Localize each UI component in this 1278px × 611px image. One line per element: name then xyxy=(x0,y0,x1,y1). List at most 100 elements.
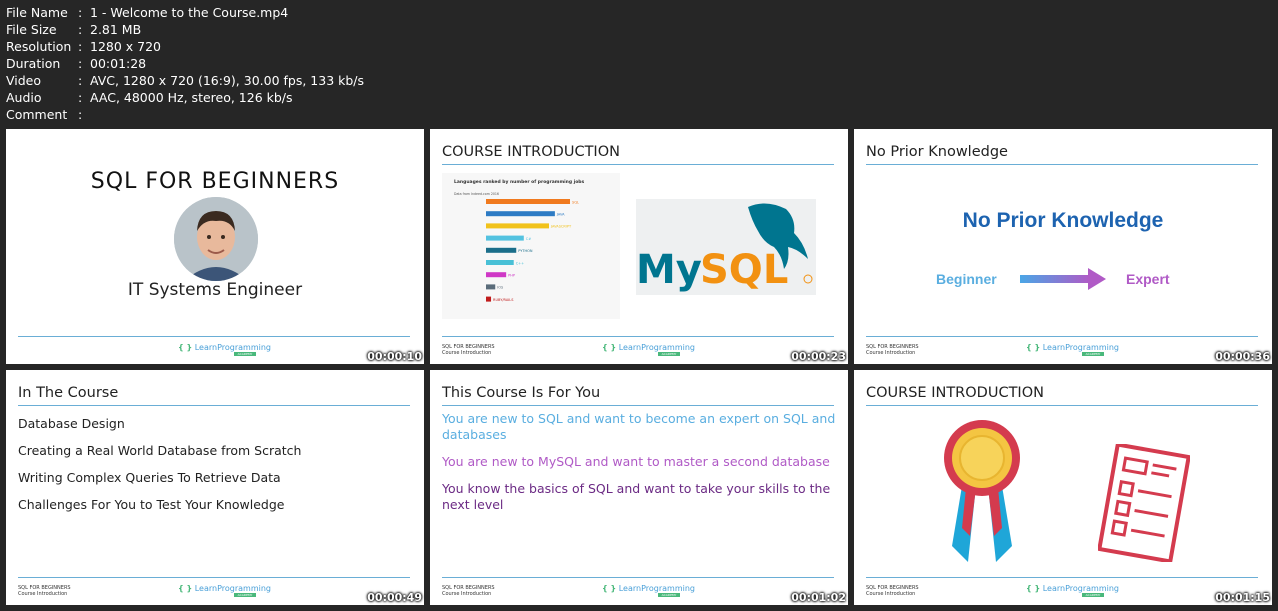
thumbnail-5[interactable]: This Course Is For You You are new to SQ… xyxy=(430,370,848,605)
metadata-row: Comment: xyxy=(6,106,364,123)
chart-bar-label: SQL xyxy=(572,200,579,204)
list-item: You know the basics of SQL and want to t… xyxy=(442,481,831,512)
academy-logo: { } LearnProgramming ACADEMY xyxy=(1026,584,1120,597)
metadata-key: Comment xyxy=(6,107,68,122)
academy-logo: { } LearnProgramming ACADEMY xyxy=(602,343,696,356)
timestamp: 00:00:23 xyxy=(791,350,846,363)
metadata-row: Audio: AAC, 48000 Hz, stereo, 126 kb/s xyxy=(6,89,364,106)
course-topics-list: Database Design Creating a Real World Da… xyxy=(18,416,301,524)
chart-bar-label: IOS xyxy=(497,286,504,290)
list-item: Database Design xyxy=(18,416,125,431)
academy-logo: { } LearnProgramming ACADEMY xyxy=(178,343,272,356)
list-item: Challenges For You to Test Your Knowledg… xyxy=(18,497,285,512)
mysql-logo: My SQL xyxy=(636,199,816,295)
chart-bar-label: PHP xyxy=(508,274,515,278)
slide-title: COURSE INTRODUCTION xyxy=(442,144,620,160)
chart-bar-label: JAVA xyxy=(556,213,565,217)
chart-bar-label: C# xyxy=(526,237,531,241)
footer-divider xyxy=(442,577,834,578)
timestamp: 00:01:15 xyxy=(1215,591,1270,604)
chart-bar xyxy=(486,296,492,302)
metadata-separator: : xyxy=(78,39,83,54)
chart-bar-label: JAVASCRIPT xyxy=(550,225,572,229)
footer-text: SQL FOR BEGINNERS Course Introduction xyxy=(18,585,71,597)
title-divider xyxy=(18,405,410,406)
chart-bar xyxy=(486,272,507,278)
footer-divider xyxy=(866,336,1258,337)
footer-divider xyxy=(866,577,1258,578)
jobs-bar-chart: Languages ranked by number of programmin… xyxy=(442,173,620,319)
metadata-row: Video: AVC, 1280 x 720 (16:9), 30.00 fps,… xyxy=(6,72,364,89)
list-item: Writing Complex Queries To Retrieve Data xyxy=(18,470,281,485)
metadata-value: 1 - Welcome to the Course.mp4 xyxy=(90,5,289,20)
footer-divider xyxy=(18,577,410,578)
slide-title: This Course Is For You xyxy=(442,385,601,401)
thumbnail-2[interactable]: COURSE INTRODUCTION Languages ranked by … xyxy=(430,129,848,364)
slide-subtitle: IT Systems Engineer xyxy=(127,280,303,300)
metadata-key: Video xyxy=(6,73,42,88)
thumbnail-4[interactable]: In The Course Database Design Creating a… xyxy=(6,370,424,605)
avatar xyxy=(174,197,258,281)
list-item: Creating a Real World Database from Scra… xyxy=(18,443,302,458)
timestamp: 00:00:36 xyxy=(1215,350,1270,363)
chart-title: Languages ranked by number of programmin… xyxy=(454,179,585,185)
mysql-text-sql: SQL xyxy=(700,247,788,293)
award-medal-icon xyxy=(944,420,1020,562)
beginner-label: Beginner xyxy=(936,271,997,287)
slide-title: In The Course xyxy=(18,385,119,401)
list-item: You are new to MySQL and want to master … xyxy=(442,454,830,469)
chart-bar-label: PYTHON xyxy=(518,249,533,253)
chart-note: Data from Indeed.com 2016 xyxy=(454,192,499,196)
chart-bar xyxy=(486,235,524,241)
footer-text: SQL FOR BEGINNERS Course Introduction xyxy=(442,344,495,356)
audience-list: You are new to SQL and want to become an… xyxy=(442,411,838,524)
metadata-value: AVC, 1280 x 720 (16:9), 30.00 fps, 133 k… xyxy=(90,73,365,88)
chart-bar xyxy=(486,199,570,204)
metadata-separator: : xyxy=(78,90,83,105)
chart-bar xyxy=(486,211,555,217)
headline: No Prior Knowledge xyxy=(962,209,1164,232)
metadata-value: 1280 x 720 xyxy=(90,39,162,54)
timestamp: 00:00:49 xyxy=(367,591,422,604)
metadata-separator: : xyxy=(78,22,83,37)
title-divider xyxy=(866,405,1258,406)
chart-bar xyxy=(486,284,496,290)
metadata-key: File Size xyxy=(6,22,57,37)
timestamp: 00:01:02 xyxy=(791,591,846,604)
list-item: You are new to SQL and want to become an… xyxy=(442,411,836,442)
metadata-separator: : xyxy=(78,5,83,20)
metadata-separator: : xyxy=(78,107,83,122)
metadata-row: File Name:1 - Welcome to the Course.mp4 xyxy=(6,4,364,21)
slide-title: COURSE INTRODUCTION xyxy=(866,385,1044,401)
footer-divider xyxy=(442,336,834,337)
metadata-row: File Size:2.81 MB xyxy=(6,21,364,38)
slide-title: SQL FOR BEGINNERS xyxy=(90,169,340,194)
chart-bar xyxy=(486,223,549,229)
file-metadata: File Name:1 - Welcome to the Course.mp4 F… xyxy=(6,4,364,123)
academy-logo: { } LearnProgramming ACADEMY xyxy=(602,584,696,597)
academy-logo: { } LearnProgramming ACADEMY xyxy=(1026,343,1120,356)
metadata-separator: : xyxy=(78,56,83,71)
metadata-key: Audio xyxy=(6,90,42,105)
academy-logo: { } LearnProgramming ACADEMY xyxy=(178,584,272,597)
metadata-separator: : xyxy=(78,73,83,88)
arrow-right-icon xyxy=(1020,268,1106,290)
chart-bar xyxy=(486,247,517,253)
slide-title: No Prior Knowledge xyxy=(866,144,1008,160)
title-divider xyxy=(442,405,834,406)
metadata-row: Duration:00:01:28 xyxy=(6,55,364,72)
document-checklist-icon xyxy=(1098,444,1190,562)
metadata-row: Resolution:1280 x 720 xyxy=(6,38,364,55)
thumbnail-1[interactable]: SQL FOR BEGINNERS IT Systems Engineer { … xyxy=(6,129,424,364)
metadata-value: 00:01:28 xyxy=(90,56,147,71)
footer-text: SQL FOR BEGINNERS Course Introduction xyxy=(442,585,495,597)
metadata-value: AAC, 48000 Hz, stereo, 126 kb/s xyxy=(90,90,293,105)
metadata-key: Resolution xyxy=(6,39,72,54)
footer-text: SQL FOR BEGINNERS Course Introduction xyxy=(866,585,919,597)
footer-divider xyxy=(18,336,410,337)
thumbnail-3[interactable]: No Prior Knowledge No Prior Knowledge Be… xyxy=(854,129,1272,364)
metadata-key: File Name xyxy=(6,5,68,20)
title-divider xyxy=(866,164,1258,165)
thumbnail-6[interactable]: COURSE INTRODUCTION SQL FOR BEGINNERS Cou… xyxy=(854,370,1272,605)
footer-text: SQL FOR BEGINNERS Course Introduction xyxy=(866,344,919,356)
